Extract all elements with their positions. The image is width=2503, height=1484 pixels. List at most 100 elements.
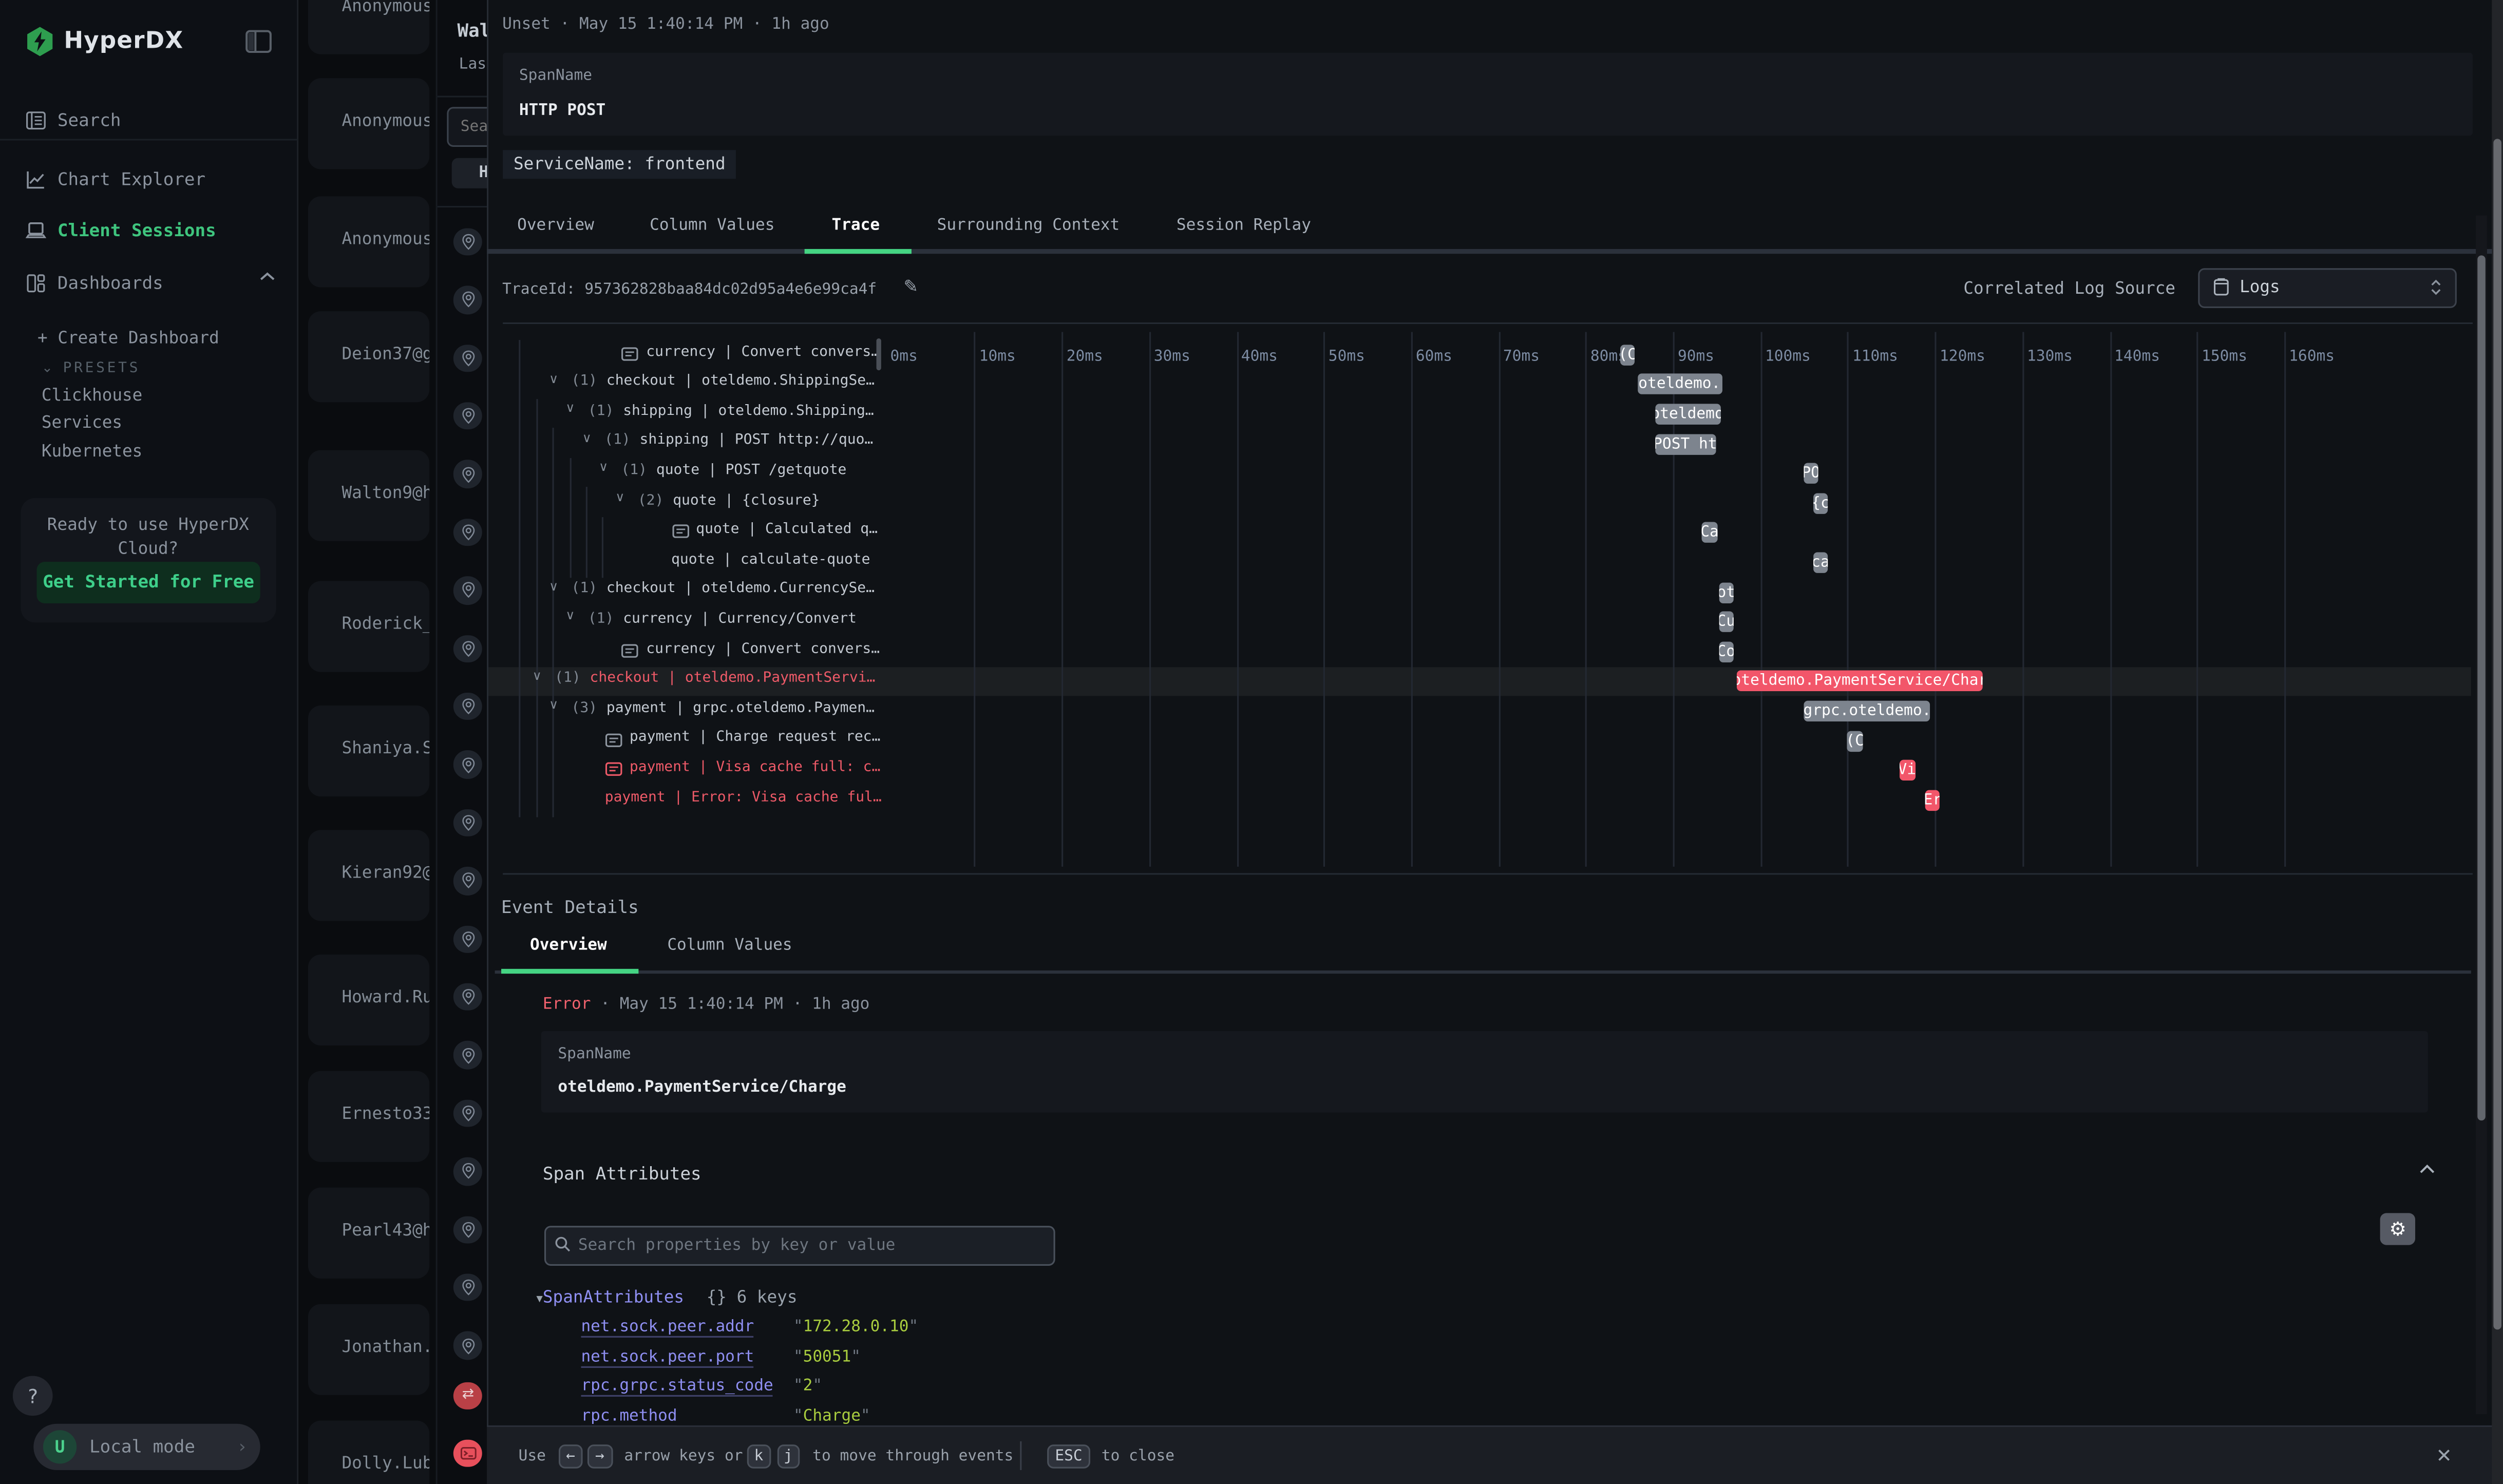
trace-tree-row[interactable]: currency | Convert convers… <box>488 340 883 370</box>
session-event-pin-icon[interactable] <box>454 576 482 604</box>
create-dashboard-button[interactable]: + Create Dashboard <box>37 328 335 347</box>
trace-tree-row[interactable]: ∨(1)checkout | oteldemo.CurrencySe… <box>488 578 883 607</box>
session-event-pin-icon[interactable] <box>454 1157 482 1186</box>
preset-kubernetes[interactable]: Kubernetes <box>42 441 339 460</box>
sidebar-item-search[interactable]: Search <box>0 99 298 141</box>
session-event-pin-icon[interactable] <box>454 1099 482 1128</box>
span-duration-bar[interactable]: (C <box>1621 345 1635 365</box>
sidebar-collapse-icon[interactable] <box>244 27 273 56</box>
drawer-scrollbar-thumb[interactable] <box>2477 255 2485 1120</box>
attribute-value[interactable]: "172.28.0.10" <box>793 1319 918 1336</box>
get-started-button[interactable]: Get Started for Free <box>36 562 260 602</box>
session-list-item[interactable]: Jonathan.B <box>308 1303 429 1394</box>
tab-session-replay[interactable]: Session Replay <box>1177 216 1311 234</box>
span-duration-bar[interactable]: (C <box>1848 730 1863 751</box>
tab-column-values[interactable]: Column Values <box>650 216 774 234</box>
session-event-pin-icon[interactable] <box>454 1215 482 1244</box>
event-tab-column-values[interactable]: Column Values <box>667 937 792 955</box>
session-event-pin-icon[interactable] <box>454 518 482 546</box>
session-list-item[interactable]: Anonymous <box>308 78 429 168</box>
chevron-down-icon[interactable]: ∨ <box>615 490 624 504</box>
session-event-pin-icon[interactable] <box>454 867 482 895</box>
session-event-pin-icon[interactable] <box>454 228 482 256</box>
tree-scrollbar-thumb[interactable] <box>877 338 881 370</box>
collapse-section-icon[interactable] <box>2418 1164 2436 1175</box>
trace-tree-row[interactable]: ∨(1)shipping | POST http://quo… <box>488 429 883 459</box>
span-duration-bar[interactable]: grpc.oteldemo. <box>1804 701 1931 721</box>
span-duration-bar[interactable]: oteldemo <box>1655 404 1720 424</box>
trace-tree-row[interactable]: currency | Convert convers… <box>488 637 883 667</box>
span-duration-bar[interactable]: oteldemo.PaymentService/Char <box>1737 671 1983 692</box>
trace-tree-row[interactable]: payment | Error: Visa cache ful… <box>488 785 883 815</box>
span-duration-bar[interactable]: Vi <box>1899 760 1915 781</box>
session-list-item[interactable]: Kieran92@h <box>308 829 429 920</box>
session-event-pin-icon[interactable] <box>454 751 482 779</box>
sidebar-item-dashboards[interactable]: Dashboards <box>0 262 298 303</box>
sidebar-item-chart-explorer[interactable]: Chart Explorer <box>0 158 298 200</box>
attributes-root-row[interactable]: ▾SpanAttributes{} 6 keys <box>536 1288 797 1307</box>
chevron-down-icon[interactable]: ∨ <box>549 698 558 712</box>
attributes-settings-button[interactable]: ⚙ <box>2380 1213 2416 1244</box>
trace-tree-row[interactable]: payment | Charge request rec… <box>488 726 883 756</box>
attribute-key[interactable]: net.sock.peer.port <box>581 1348 754 1367</box>
preset-clickhouse[interactable]: Clickhouse <box>42 386 339 405</box>
trace-tree-row[interactable]: quote | calculate-quote <box>488 548 883 578</box>
edit-trace-icon[interactable]: ✎ <box>903 276 918 297</box>
session-list-item[interactable]: Ernesto33@ <box>308 1070 429 1161</box>
session-list-item[interactable]: Deion37@gm <box>308 311 429 402</box>
tab-overview[interactable]: Overview <box>517 216 594 234</box>
event-tab-overview[interactable]: Overview <box>530 937 607 955</box>
tab-surrounding-context[interactable]: Surrounding Context <box>937 216 1120 234</box>
span-duration-bar[interactable]: Ca <box>1702 523 1718 543</box>
session-event-pin-icon[interactable] <box>454 925 482 953</box>
trace-tree-row[interactable]: ∨(3)payment | grpc.oteldemo.Paymen… <box>488 696 883 726</box>
session-event-pin-icon[interactable] <box>454 344 482 372</box>
session-event-pin-icon[interactable] <box>454 286 482 314</box>
span-duration-bar[interactable]: PO <box>1803 463 1819 484</box>
trace-tree-row[interactable]: quote | Calculated q… <box>488 518 883 548</box>
trace-tree-row[interactable]: ∨(1)quote | POST /getquote <box>488 459 883 488</box>
session-event-pin-icon[interactable] <box>454 1331 482 1360</box>
trace-tree-row[interactable]: ∨(1)shipping | oteldemo.Shipping… <box>488 399 883 429</box>
presets-toggle[interactable]: ⌄ PRESETS <box>42 357 339 376</box>
chevron-down-icon[interactable]: ∨ <box>599 460 608 474</box>
attributes-search-input[interactable] <box>544 1225 1055 1266</box>
chevron-down-icon[interactable]: ∨ <box>582 431 592 445</box>
session-list-item[interactable]: Pearl43@ho <box>308 1187 429 1278</box>
chevron-down-icon[interactable]: ∨ <box>565 401 575 415</box>
close-icon[interactable]: ✕ <box>2436 1444 2452 1467</box>
tab-trace[interactable]: Trace <box>831 216 880 234</box>
help-button[interactable]: ? <box>13 1376 53 1416</box>
chevron-down-icon[interactable]: ∨ <box>549 371 558 386</box>
terminal-marker-icon[interactable] <box>454 1439 482 1468</box>
session-list-item[interactable]: Roderick_S <box>308 580 429 671</box>
account-chip[interactable]: U Local mode › <box>33 1424 260 1470</box>
span-duration-bar[interactable]: Cu <box>1719 612 1733 632</box>
session-list-item[interactable]: Howard.Run <box>308 954 429 1044</box>
span-duration-bar[interactable]: Er <box>1925 790 1940 810</box>
attribute-value[interactable]: "50051" <box>793 1348 861 1365</box>
chevron-down-icon[interactable]: ∨ <box>565 609 575 623</box>
session-event-pin-icon[interactable] <box>454 635 482 663</box>
session-list-item[interactable]: Anonymous <box>308 196 429 287</box>
trace-tree-row[interactable]: ∨(1)checkout | oteldemo.ShippingSe… <box>488 370 883 399</box>
attribute-key[interactable]: rpc.grpc.status_code <box>581 1378 773 1397</box>
trace-tree-row[interactable]: ∨(2)quote | {closure} <box>488 488 883 518</box>
span-duration-bar[interactable]: Co <box>1719 641 1733 662</box>
span-duration-bar[interactable]: oteldemo. <box>1637 374 1722 395</box>
log-source-select[interactable]: Logs <box>2198 268 2456 308</box>
session-list-item[interactable]: Walton9@ho <box>308 449 429 540</box>
chevron-down-icon[interactable]: ∨ <box>549 579 558 594</box>
session-list-item[interactable]: Anonymous <box>308 0 429 53</box>
span-duration-bar[interactable]: {c <box>1813 493 1827 513</box>
attribute-key[interactable]: rpc.method <box>581 1407 677 1426</box>
chevron-down-icon[interactable]: ∨ <box>533 668 542 682</box>
sidebar-item-client-sessions[interactable]: Client Sessions <box>0 209 298 251</box>
service-name-chip[interactable]: ServiceName: frontend <box>502 150 736 178</box>
span-duration-bar[interactable]: POST ht <box>1655 433 1716 454</box>
attribute-value[interactable]: "2" <box>793 1378 822 1395</box>
session-event-pin-icon[interactable] <box>454 460 482 488</box>
attribute-key[interactable]: net.sock.peer.addr <box>581 1319 754 1338</box>
attribute-value[interactable]: "Charge" <box>793 1407 870 1425</box>
session-event-pin-icon[interactable] <box>454 809 482 837</box>
